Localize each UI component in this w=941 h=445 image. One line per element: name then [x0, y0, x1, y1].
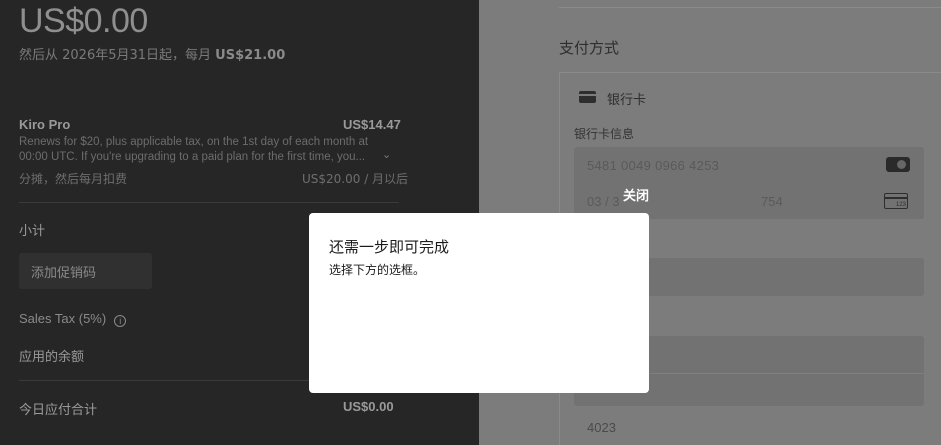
- price-today: US$0.00: [19, 2, 148, 40]
- divider: [19, 202, 399, 203]
- plan-installment-price: US$20.00 / 月以后: [302, 172, 409, 186]
- modal-subtitle: 选择下方的选框。: [329, 263, 426, 277]
- tab-card[interactable]: 银行卡: [607, 89, 646, 108]
- payment-method-title: 支付方式: [559, 39, 620, 57]
- mastercard-icon: [886, 157, 910, 172]
- plan-installment-label: 分摊，然后每月扣费: [19, 172, 128, 186]
- credit-card-icon: [579, 91, 596, 103]
- captcha-modal: 还需一步即可完成 选择下方的选框。: [309, 213, 649, 393]
- sales-tax-label: Sales Tax (5%): [19, 311, 107, 326]
- card-expiry-field[interactable]: 03 / 3: [587, 194, 620, 209]
- price-subtext: 然后从 2026年5月31日起，每月 US$21.00: [19, 48, 286, 63]
- card-cvc-field[interactable]: 754: [761, 194, 783, 209]
- card-number-field[interactable]: 5481 0049 0966 4253: [587, 158, 719, 173]
- sales-tax-row: Sales Tax (5%) i: [19, 311, 127, 327]
- address-line-field[interactable]: 4023: [587, 420, 616, 435]
- divider: [559, 0, 941, 8]
- plan-description: Renews for $20, plus applicable tax, on …: [19, 136, 369, 163]
- add-promo-code-button[interactable]: 添加促销码: [19, 253, 152, 289]
- card-info-label: 银行卡信息: [574, 127, 635, 141]
- info-icon[interactable]: i: [114, 315, 127, 327]
- total-due-label: 今日应付合计: [19, 403, 98, 418]
- plan-name: Kiro Pro: [19, 117, 71, 132]
- total-due-value: US$0.00: [343, 399, 394, 414]
- chevron-down-icon[interactable]: ⌄: [382, 148, 391, 161]
- close-button[interactable]: 关闭: [623, 185, 649, 204]
- subtotal-label: 小计: [19, 224, 46, 239]
- modal-title: 还需一步即可完成: [329, 238, 450, 256]
- applied-balance-label: 应用的余额: [19, 350, 85, 365]
- plan-price: US$14.47: [343, 117, 401, 132]
- cvc-card-icon: [884, 193, 908, 209]
